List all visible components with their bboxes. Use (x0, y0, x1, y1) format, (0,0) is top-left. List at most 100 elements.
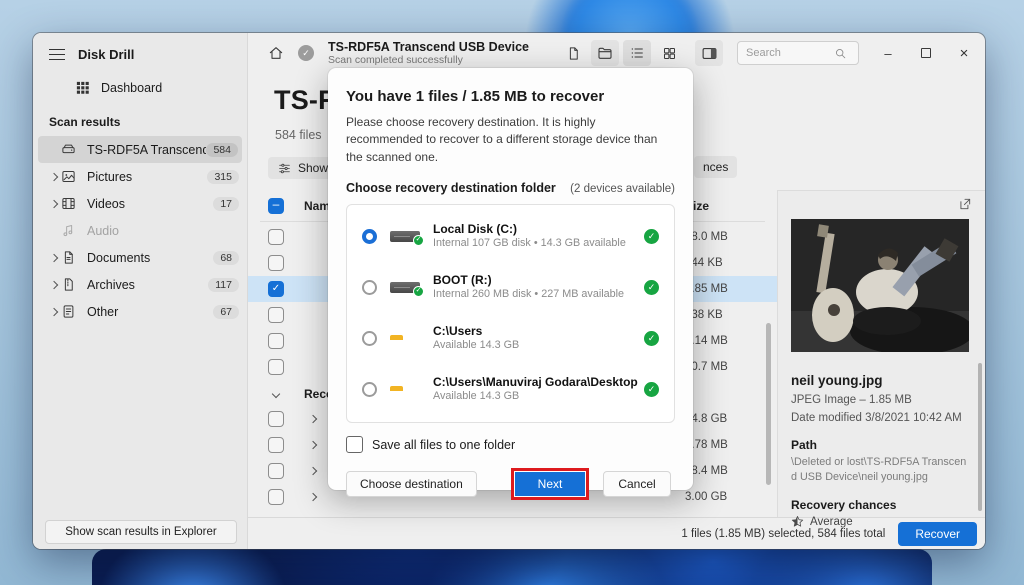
destination-ok-icon: ✓ (644, 280, 659, 296)
sidebar-item-label: Pictures (87, 169, 133, 184)
chevron-right-icon[interactable] (49, 253, 59, 262)
sidebar-item-other[interactable]: Other 67 (33, 298, 247, 325)
destination-section-title: Choose recovery destination folder (346, 181, 556, 196)
file-size: 1.78 MB (685, 439, 728, 451)
chevron-right-icon[interactable] (308, 466, 318, 476)
row-checkbox[interactable] (268, 255, 284, 271)
folder-icon (598, 47, 612, 59)
documents-icon (64, 251, 73, 264)
destination-option-desktop[interactable]: C:\Users\Manuviraj Godara\Desktop Availa… (347, 364, 674, 415)
size-column-header[interactable]: Size (685, 199, 777, 213)
destination-option-local-disk[interactable]: ✓ Local Disk (C:) Internal 107 GB disk •… (347, 211, 674, 262)
close-button[interactable]: × (949, 39, 979, 67)
file-size: 40.7 MB (685, 361, 728, 373)
row-checkbox[interactable] (268, 463, 284, 479)
dialog-title: You have 1 files / 1.85 MB to recover (346, 88, 605, 105)
destination-details: Internal 107 GB disk • 14.3 GB available (433, 237, 626, 250)
chevron-right-icon[interactable] (49, 307, 59, 316)
destination-ok-icon: ✓ (644, 229, 659, 245)
preview-scrollbar[interactable] (978, 363, 982, 511)
next-button-annotation: Next (511, 468, 589, 501)
table-scrollbar[interactable] (766, 323, 771, 485)
recovery-chances-value: Average (810, 515, 853, 528)
radio-unselected[interactable] (362, 331, 377, 347)
destination-option-boot[interactable]: ✓ BOOT (R:) Internal 260 MB disk • 227 M… (347, 262, 674, 313)
preview-date-modified: Date modified 3/8/2021 10:42 AM (791, 412, 962, 424)
row-checkbox[interactable] (268, 437, 284, 453)
preview-file-name: neil young.jpg (791, 373, 883, 388)
minimize-button[interactable]: – (873, 39, 903, 67)
dashboard-label: Dashboard (101, 80, 163, 95)
drive-ok-icon: ✓ (413, 235, 424, 247)
show-in-explorer-button[interactable]: Show scan results in Explorer (45, 520, 237, 544)
radio-selected[interactable] (362, 229, 377, 245)
chevron-right-icon[interactable] (49, 280, 59, 289)
sidebar-item-videos[interactable]: Videos 17 (33, 190, 247, 217)
search-input[interactable] (746, 47, 834, 59)
recovery-chances-chip-clipped[interactable]: nces (694, 156, 738, 178)
photo-thumbnail[interactable] (791, 219, 974, 355)
row-checkbox[interactable] (268, 411, 284, 427)
select-all-checkbox[interactable]: – (268, 198, 284, 214)
row-checkbox[interactable] (268, 489, 284, 505)
videos-icon (62, 198, 75, 209)
drive-icon (62, 144, 75, 154)
save-all-checkbox[interactable] (346, 436, 363, 454)
destination-name: BOOT (R:) (433, 273, 492, 288)
preview-panel-toggle[interactable] (695, 40, 723, 66)
files-count: 584 files (275, 128, 322, 142)
sidebar-item-label: Documents (87, 250, 151, 265)
app-title: Disk Drill (78, 47, 135, 62)
chevron-right-icon[interactable] (49, 199, 59, 208)
destination-details: Available 14.3 GB (433, 339, 520, 352)
recovery-dialog: You have 1 files / 1.85 MB to recover Pl… (328, 68, 693, 501)
folder-view-button[interactable] (591, 40, 619, 66)
open-external-button[interactable] (958, 197, 972, 211)
radio-unselected[interactable] (362, 280, 377, 296)
sidebar: Disk Drill Dashboard Scan results TS-RDF… (33, 33, 248, 549)
chip-label: nces (703, 160, 729, 174)
toolbar: ✓ TS-RDF5A Transcend USB Device Scan com… (248, 33, 985, 73)
row-checkbox[interactable] (268, 229, 284, 245)
chevron-right-icon[interactable] (49, 172, 59, 181)
chevron-right-icon[interactable] (308, 440, 318, 450)
row-checkbox-checked[interactable]: ✓ (268, 281, 284, 297)
home-icon (269, 47, 283, 59)
maximize-button[interactable] (911, 39, 941, 67)
row-checkbox[interactable] (268, 307, 284, 323)
search-box[interactable] (737, 41, 859, 65)
count-badge: 584 (206, 142, 238, 157)
sidebar-item-label: TS-RDF5A Transcend US... (87, 142, 207, 157)
choose-destination-button[interactable]: Choose destination (346, 471, 477, 498)
list-view-button[interactable] (623, 40, 651, 66)
sidebar-item-device[interactable]: TS-RDF5A Transcend US... 584 (38, 136, 242, 163)
destination-option-users[interactable]: C:\Users Available 14.3 GB ✓ (347, 313, 674, 364)
path-value: \Deleted or lost\TS-RDF5A Transcend USB … (791, 456, 967, 483)
hamburger-menu-icon[interactable] (49, 49, 65, 60)
sidebar-item-pictures[interactable]: Pictures 315 (33, 163, 247, 190)
sidebar-item-dashboard[interactable]: Dashboard (33, 72, 247, 103)
grid-view-button[interactable] (655, 40, 683, 66)
devices-available-label: (2 devices available) (570, 183, 675, 196)
cancel-button[interactable]: Cancel (603, 471, 671, 498)
sidebar-item-archives[interactable]: Archives 117 (33, 271, 247, 298)
radio-unselected[interactable] (362, 382, 377, 398)
row-checkbox[interactable] (268, 359, 284, 375)
file-size: 1.85 MB (685, 283, 728, 295)
row-checkbox[interactable] (268, 333, 284, 349)
audio-note-icon (63, 225, 73, 237)
maximize-icon (921, 48, 931, 58)
file-size: 444 KB (685, 257, 723, 269)
file-view-button[interactable] (559, 40, 587, 66)
preview-file-type-size: JPEG Image – 1.85 MB (791, 394, 912, 406)
count-badge: 17 (213, 196, 239, 211)
filter-sliders-icon (279, 163, 290, 173)
sidebar-item-documents[interactable]: Documents 68 (33, 244, 247, 271)
next-button[interactable]: Next (515, 472, 585, 497)
chevron-right-icon[interactable] (308, 414, 318, 424)
chevron-down-icon[interactable] (271, 389, 281, 399)
home-button[interactable] (262, 40, 290, 66)
half-star-icon (791, 516, 804, 527)
chevron-right-icon[interactable] (308, 492, 318, 502)
destination-name: C:\Users\Manuviraj Godara\Desktop (433, 375, 638, 390)
